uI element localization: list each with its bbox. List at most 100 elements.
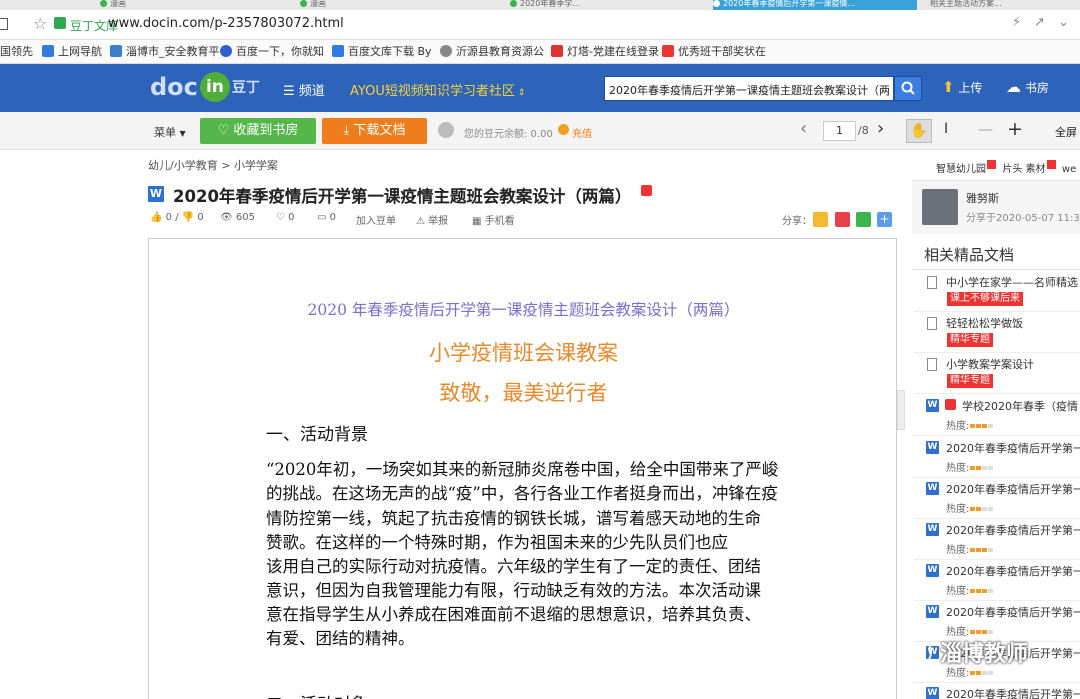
favs-stat[interactable]: ♡ 0 bbox=[276, 212, 295, 223]
tab-2[interactable]: 漫画 bbox=[300, 0, 326, 10]
doc-toolbar: 菜单 ▼ ♡ 收藏到书房 ⤓ 下载文档 您的豆元余额: 0.00 充值 ‹ 1 … bbox=[0, 112, 1080, 150]
watermark-text: 淄博教师 bbox=[940, 642, 1029, 667]
paragraph-line: 赞歌。在这样的一个特殊时期，作为祖国未来的少先队员们也应 bbox=[266, 533, 728, 552]
sidebar-top-link[interactable]: 片头 素材 bbox=[1002, 164, 1045, 175]
sidebar-collapse-handle[interactable] bbox=[897, 390, 905, 430]
paragraph-line: 该用自己的实际行动对抗疫情。六年级的学生有了一定的责任、团结 bbox=[266, 557, 761, 576]
related-item[interactable]: 小学教案学案设计 精华专题 bbox=[914, 354, 1080, 394]
next-page-icon[interactable]: › bbox=[877, 118, 884, 139]
tab-5[interactable]: 相关主题活动方案... bbox=[930, 0, 1002, 10]
more-share-icon[interactable]: + bbox=[877, 212, 892, 227]
heat-rating: 热度: bbox=[946, 417, 994, 432]
wechat-share-icon[interactable] bbox=[856, 212, 871, 227]
related-item-tag: 课上不够课后来 bbox=[947, 292, 1023, 306]
related-item-title[interactable]: 2020年春季疫情后开学第一 bbox=[946, 522, 1080, 538]
bookmark-8[interactable]: 优秀班干部奖状在 bbox=[662, 44, 766, 60]
download-button[interactable]: ⤓ 下载文档 bbox=[322, 118, 427, 144]
word-doc-icon: W bbox=[148, 186, 164, 202]
related-item-title[interactable]: 中小学在家学——名师精选 bbox=[946, 274, 1080, 290]
upload-button[interactable]: ⬆ 上传 bbox=[942, 78, 982, 96]
browser-tabs: 漫画 漫画 2020年春季学... 2020年春季疫情后开学第一课疫情... 相… bbox=[0, 0, 1080, 10]
hand-tool-icon[interactable]: ✋ bbox=[906, 119, 932, 143]
related-item[interactable]: W 学校2020年春季（疫情 热度: bbox=[914, 395, 1080, 436]
prev-page-icon[interactable]: ‹ bbox=[800, 118, 807, 139]
zoom-in-icon[interactable]: + bbox=[1007, 118, 1023, 140]
tab-active[interactable]: 2020年春季疫情后开学第一课疫情... bbox=[713, 0, 917, 10]
bookmark-2[interactable]: 上网导航 bbox=[42, 44, 102, 60]
document-icon bbox=[927, 276, 937, 289]
comments-stat[interactable]: ▭ 0 bbox=[317, 212, 336, 223]
bookmark-4[interactable]: 百度一下，你就知 bbox=[220, 44, 324, 60]
related-item-title[interactable]: 2020年春季疫情后开学第一 bbox=[946, 604, 1080, 620]
sidebar-top-link[interactable]: we bbox=[1062, 164, 1076, 175]
related-item[interactable]: W 2020年春季疫情后开学第一 热度: bbox=[914, 560, 1080, 601]
balance-text: 您的豆元余额: 0.00 bbox=[464, 129, 553, 140]
upload-icon: ⬆ bbox=[942, 78, 955, 96]
avatar[interactable] bbox=[922, 189, 958, 225]
related-item[interactable]: 中小学在家学——名师精选 课上不够课后来 bbox=[914, 272, 1080, 312]
page-number-input[interactable]: 1 bbox=[823, 121, 856, 141]
premium-badge-icon bbox=[641, 185, 652, 196]
doc-subtitle: 2020 年春季疫情后开学第一课疫情主题班会教案设计（两篇） bbox=[307, 301, 740, 319]
related-item-title[interactable]: 学校2020年春季（疫情 bbox=[962, 398, 1080, 414]
sidebar-top-link[interactable]: 智慧幼儿园 bbox=[936, 164, 986, 175]
report-link[interactable]: ⚠ 举报 bbox=[416, 212, 448, 227]
section-heading: 一、活动背景 bbox=[266, 425, 368, 445]
award-icon bbox=[662, 45, 674, 57]
star-icon[interactable]: ☆ bbox=[33, 14, 47, 33]
related-item[interactable]: W 2020年春季疫情后开学第一 bbox=[914, 683, 1080, 699]
tab-1[interactable]: 漫画 bbox=[100, 0, 126, 10]
bookmark-5[interactable]: 百度文库下载 By bbox=[332, 44, 432, 60]
address-bar: ☆ 豆丁文库 www.docin.com/p-2357803072.html ⚡… bbox=[0, 10, 1080, 40]
docin-logo[interactable]: doc in 豆丁 bbox=[150, 72, 260, 104]
zoom-out-icon[interactable]: — bbox=[978, 120, 993, 138]
lightning-icon[interactable]: ⚡ bbox=[1012, 15, 1021, 30]
safety-icon bbox=[110, 45, 122, 57]
related-item-title[interactable]: 2020年春季疫情后开学第一 bbox=[946, 686, 1080, 699]
share-icon[interactable]: ↗ bbox=[1034, 15, 1045, 30]
related-item[interactable]: W 2020年春季疫情后开学第一 热度: bbox=[914, 437, 1080, 478]
search-button[interactable] bbox=[894, 76, 922, 101]
related-item[interactable]: 轻轻松松学做饭 精华专题 bbox=[914, 313, 1080, 353]
fullscreen-button[interactable]: 全屏 bbox=[1055, 124, 1077, 140]
menu-dropdown[interactable]: 菜单 ▼ bbox=[154, 124, 186, 140]
promo-link[interactable]: AYOU短视频知识学习者社区 ⇕ bbox=[350, 80, 525, 99]
page-total: /8 bbox=[858, 124, 869, 137]
bookmark-6[interactable]: 沂源县教育资源公 bbox=[440, 44, 544, 60]
bookmark-3[interactable]: 淄博市_安全教育平 bbox=[110, 44, 220, 60]
search-input[interactable]: 2020年春季疫情后开学第一课疫情主题班会教案设计（两篇） bbox=[604, 76, 894, 101]
add-to-list-link[interactable]: 加入豆单 bbox=[356, 212, 396, 227]
bookstore-button[interactable]: ☁ 书房 bbox=[1006, 78, 1049, 96]
paragraph-line: 意在指导学生从小养成在困难面前不退缩的思想意识，培养其负责、 bbox=[266, 605, 761, 624]
related-item-title[interactable]: 2020年春季疫情后开学第一 bbox=[946, 563, 1080, 579]
bookmark-1[interactable]: 国领先 bbox=[0, 44, 33, 60]
text-select-icon[interactable]: I bbox=[944, 121, 948, 137]
url-text[interactable]: www.docin.com/p-2357803072.html bbox=[108, 16, 344, 31]
related-item-title[interactable]: 2020年春季疫情后开学第一 bbox=[946, 481, 1080, 497]
doc-title: 2020年春季疫情后开学第一课疫情主题班会教案设计（两篇） bbox=[173, 187, 632, 206]
related-item[interactable]: W 2020年春季疫情后开学第一 热度: bbox=[914, 478, 1080, 519]
bookmark-7[interactable]: 灯塔-党建在线登录 bbox=[551, 44, 659, 60]
related-item[interactable]: W 2020年春季疫情后开学第一 热度: bbox=[914, 519, 1080, 560]
author-name[interactable]: 雅努斯 bbox=[966, 190, 999, 206]
mobile-link[interactable]: ▦ 手机看 bbox=[472, 212, 515, 227]
channel-menu[interactable]: ☰ 频道 bbox=[283, 80, 325, 99]
ie-icon bbox=[332, 45, 344, 57]
word-doc-icon: W bbox=[926, 399, 939, 412]
like-icon[interactable]: 👍 bbox=[150, 212, 162, 223]
related-item-title[interactable]: 轻轻松松学做饭 bbox=[946, 315, 1023, 331]
qzone-share-icon[interactable] bbox=[813, 212, 828, 227]
breadcrumb-item[interactable]: 幼儿/小学教育 bbox=[148, 159, 218, 172]
breadcrumb-item[interactable]: 小学学案 bbox=[234, 159, 278, 172]
wechat-watermark-icon bbox=[902, 637, 932, 667]
related-item-title[interactable]: 小学教案学案设计 bbox=[946, 356, 1034, 372]
collect-button[interactable]: ♡ 收藏到书房 bbox=[200, 118, 316, 144]
tab-3[interactable]: 2020年春季学... bbox=[510, 0, 580, 10]
new-badge-icon bbox=[987, 160, 996, 169]
related-item-title[interactable]: 2020年春季疫情后开学第一 bbox=[946, 440, 1080, 456]
chevron-down-icon[interactable]: ⌄ bbox=[1058, 15, 1069, 30]
weibo-share-icon[interactable] bbox=[835, 212, 850, 227]
paragraph-line: 的挑战。在这场无声的战“疫”中，各行各业工作者挺身而出，冲锋在疫 bbox=[266, 484, 778, 503]
recharge-link[interactable]: 充值 bbox=[572, 125, 592, 140]
dislike-icon[interactable]: 👎 bbox=[182, 212, 194, 223]
